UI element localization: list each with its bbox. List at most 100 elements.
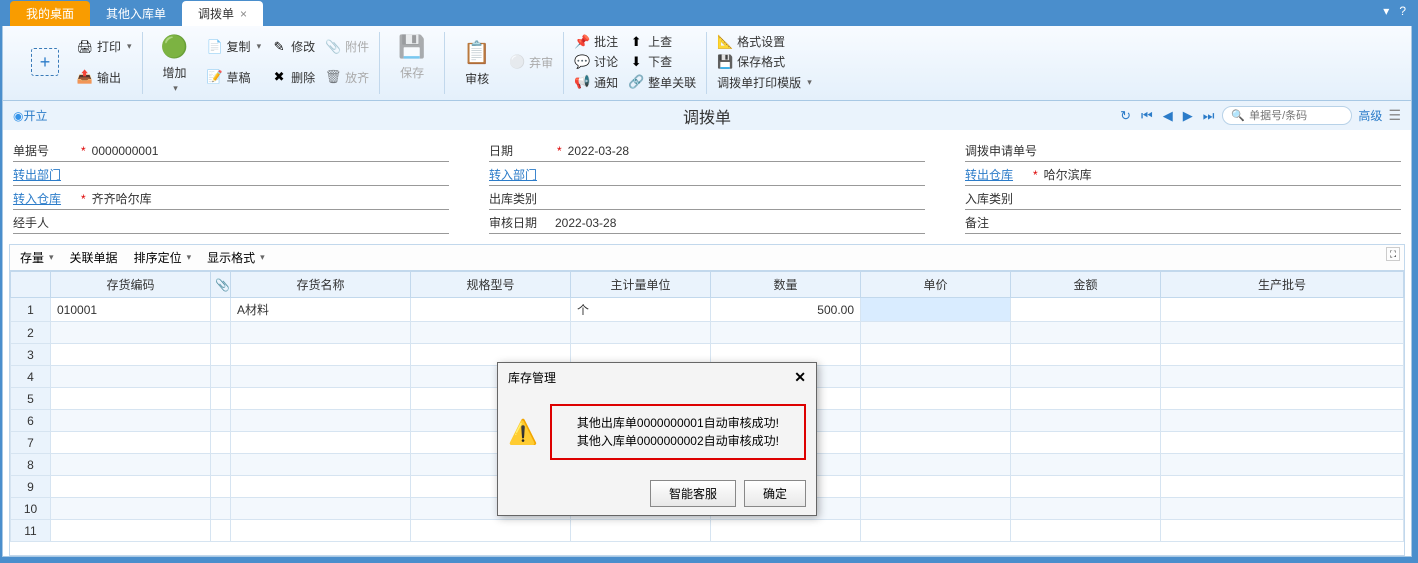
delete-icon: ✖ xyxy=(271,69,287,85)
check-up-button[interactable]: ⬆上查 xyxy=(626,32,698,51)
print-icon: 🖨 xyxy=(77,39,93,55)
smart-service-button[interactable]: 智能客服 xyxy=(650,480,736,507)
print-template-button[interactable]: 调拨单打印模版▾ xyxy=(715,73,814,92)
trash-icon: 🗑 xyxy=(325,69,341,85)
abandon-icon: ⚪ xyxy=(509,54,525,70)
col-spec[interactable]: 规格型号 xyxy=(411,272,571,298)
save-format-icon: 💾 xyxy=(717,54,733,70)
tab-other-in[interactable]: 其他入库单 xyxy=(90,1,182,26)
expand-icon[interactable]: ⛶ xyxy=(1386,247,1400,261)
display-button[interactable]: 显示格式 ▾ xyxy=(207,249,265,266)
dialog-message: 其他出库单0000000001自动审核成功! 其他入库单0000000002自动… xyxy=(550,404,806,460)
table-row[interactable]: 1 010001 A材料 个 500.00 xyxy=(11,298,1404,322)
tab-transfer[interactable]: 调拨单 × xyxy=(182,1,263,26)
col-code[interactable]: 存货编码 xyxy=(51,272,211,298)
advanced-link[interactable]: 高级 xyxy=(1358,107,1382,124)
add-button[interactable]: 🟢增加▾ xyxy=(151,32,199,94)
last-icon[interactable]: ⏭ xyxy=(1201,108,1217,124)
next-icon[interactable]: ▶ xyxy=(1181,108,1195,124)
chevron-down-icon: ▾ xyxy=(127,41,132,52)
chevron-down-icon: ▾ xyxy=(807,77,812,88)
col-price[interactable]: 单价 xyxy=(861,272,1011,298)
output-button[interactable]: 📤输出 xyxy=(75,68,134,87)
batch-note-button[interactable]: 📌批注 xyxy=(572,32,620,51)
cell-name[interactable]: A材料 xyxy=(231,298,411,322)
col-unit[interactable]: 主计量单位 xyxy=(571,272,711,298)
discard-button: 🗑放齐 xyxy=(323,68,371,87)
warning-icon: ⚠️ xyxy=(508,418,538,447)
add-new-button[interactable]: + xyxy=(21,32,69,92)
chevron-down-icon: ▾ xyxy=(49,252,54,263)
status-label: 开立 xyxy=(23,107,47,124)
col-rownum[interactable] xyxy=(11,272,51,298)
edit-icon: ✎ xyxy=(271,39,287,55)
cell-price[interactable] xyxy=(861,298,1011,322)
field-handler: 经手人 xyxy=(13,214,449,234)
col-attach[interactable]: 📎 xyxy=(211,272,231,298)
col-qty[interactable]: 数量 xyxy=(711,272,861,298)
tab-desktop[interactable]: 我的桌面 xyxy=(10,1,90,26)
first-icon[interactable]: ⏮ xyxy=(1139,108,1155,124)
chevron-down-icon: ▾ xyxy=(173,83,178,94)
save-icon: 💾 xyxy=(397,32,427,62)
link-icon: 🔗 xyxy=(628,74,644,90)
field-remark: 备注 xyxy=(965,214,1401,234)
table-row[interactable]: 2 xyxy=(11,322,1404,344)
discuss-button[interactable]: 💬讨论 xyxy=(572,52,620,71)
stock-button[interactable]: 存量 ▾ xyxy=(20,249,54,266)
check-down-button[interactable]: ⬇下查 xyxy=(626,52,698,71)
chevron-down-icon: ▾ xyxy=(187,252,192,263)
sort-button[interactable]: 排序定位 ▾ xyxy=(134,249,192,266)
delete-button[interactable]: ✖删除 xyxy=(269,68,317,87)
field-doc-no: 单据号* 0000000001 xyxy=(13,142,449,162)
attachment-button[interactable]: 📎附件 xyxy=(323,37,371,56)
cell-code[interactable]: 010001 xyxy=(51,298,211,322)
field-out-type: 出库类别 xyxy=(489,190,925,210)
table-row[interactable]: 11 xyxy=(11,520,1404,542)
ok-button[interactable]: 确定 xyxy=(744,480,806,507)
related-button[interactable]: 关联单据 xyxy=(70,249,118,266)
doc-link-button[interactable]: 🔗整单关联 xyxy=(626,73,698,92)
format-icon: 📐 xyxy=(717,34,733,50)
print-button[interactable]: 🖨打印▾ xyxy=(75,37,134,56)
draft-icon: 📝 xyxy=(207,69,223,85)
save-format-button[interactable]: 💾保存格式 xyxy=(715,52,814,71)
menu-dropdown-icon[interactable]: ▾ xyxy=(1383,4,1389,18)
arrow-down-icon: ⬇ xyxy=(628,54,644,70)
help-icon[interactable]: ? xyxy=(1399,4,1406,18)
field-in-dept: 转入部门 xyxy=(489,166,925,186)
col-batch[interactable]: 生产批号 xyxy=(1161,272,1404,298)
dialog-inventory: 库存管理 ✕ ⚠️ 其他出库单0000000001自动审核成功! 其他入库单00… xyxy=(497,362,817,516)
prev-icon[interactable]: ◀ xyxy=(1161,108,1175,124)
audit-icon: 📋 xyxy=(462,38,492,68)
bell-icon: 📢 xyxy=(574,74,590,90)
page-title: 调拨单 xyxy=(683,104,731,128)
cell-qty[interactable]: 500.00 xyxy=(711,298,861,322)
field-out-wh: 转出仓库* 哈尔滨库 xyxy=(965,166,1401,186)
format-set-button[interactable]: 📐格式设置 xyxy=(715,32,814,51)
field-out-dept: 转出部门 xyxy=(13,166,449,186)
dialog-title-text: 库存管理 xyxy=(508,369,556,386)
copy-button[interactable]: 📄复制▾ xyxy=(205,37,264,56)
refresh-icon[interactable]: ↻ xyxy=(1118,108,1133,124)
arrow-up-icon: ⬆ xyxy=(628,34,644,50)
field-in-wh: 转入仓库* 齐齐哈尔库 xyxy=(13,190,449,210)
dialog-close-icon[interactable]: ✕ xyxy=(794,369,806,386)
menu-icon[interactable]: ☰ xyxy=(1388,107,1401,124)
cell-unit[interactable]: 个 xyxy=(571,298,711,322)
col-name[interactable]: 存货名称 xyxy=(231,272,411,298)
search-input[interactable] xyxy=(1249,110,1349,122)
export-icon: 📤 xyxy=(77,69,93,85)
chevron-down-icon: ▾ xyxy=(260,252,265,263)
col-amount[interactable]: 金额 xyxy=(1011,272,1161,298)
audit-button[interactable]: 📋审核 xyxy=(453,32,501,92)
close-icon[interactable]: × xyxy=(240,7,247,21)
notify-button[interactable]: 📢通知 xyxy=(572,73,620,92)
field-date: 日期* 2022-03-28 xyxy=(489,142,925,162)
note-icon: 📌 xyxy=(574,34,590,50)
chat-icon: 💬 xyxy=(574,54,590,70)
draft-button[interactable]: 📝草稿 xyxy=(205,68,264,87)
modify-button[interactable]: ✎修改 xyxy=(269,37,317,56)
search-box[interactable]: 🔍 xyxy=(1222,106,1352,125)
status-indicator: ◉ xyxy=(13,109,23,123)
